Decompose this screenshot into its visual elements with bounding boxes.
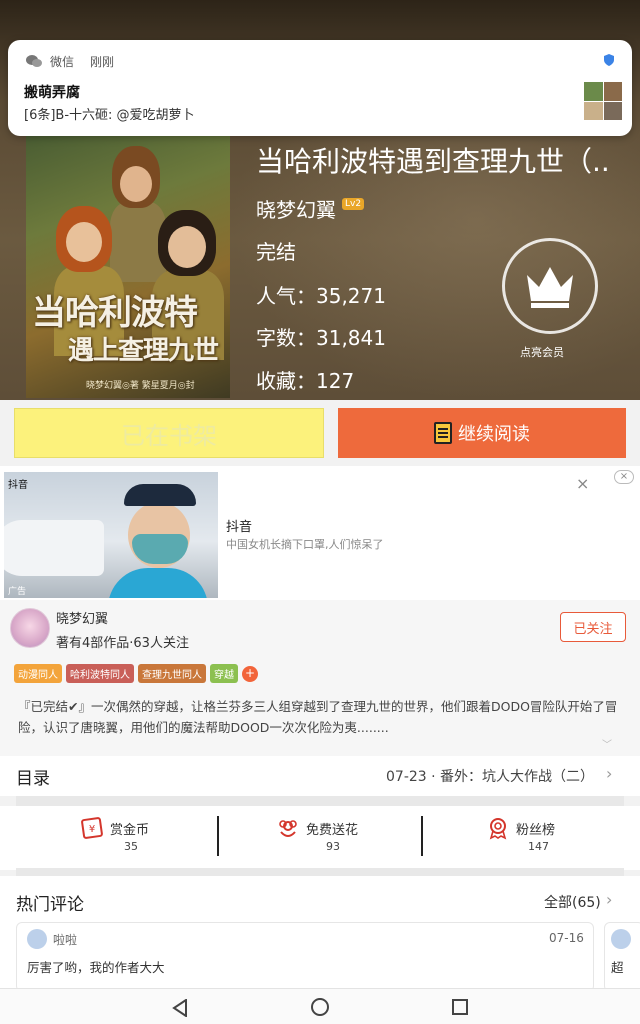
svg-text:¥: ¥ [89, 824, 95, 835]
author-stats: 著有4部作品·63人关注 [56, 636, 189, 651]
comment-card[interactable]: 啦啦 07-16 厉害了哟，我的作者大大 [16, 922, 594, 992]
airplane-shape [4, 520, 104, 576]
cover-title-line1: 当哈利波特 [32, 293, 198, 333]
notification-title: 搬萌弄腐 [24, 85, 80, 101]
medal-icon [489, 818, 507, 840]
coin-icon: ¥ [81, 817, 103, 839]
author-avatar[interactable] [10, 608, 50, 648]
divider [16, 796, 624, 806]
cover-face [120, 166, 152, 202]
toc-latest-chapter: 07-23 · 番外：坑人大作战（二） [386, 769, 595, 785]
fan-ranking-label: 粉丝榜 [516, 822, 556, 838]
follow-button[interactable]: 已关注 [560, 612, 626, 642]
hot-comments-section: 热门评论 全部(65) › 啦啦 07-16 厉害了哟，我的作者大大 超 [0, 876, 640, 992]
ad-banner[interactable]: 抖音 广告 抖音 中国女机长摘下口罩,人们惊呆了 × × [0, 466, 640, 600]
ad-description: 中国女机长摘下口罩,人们惊呆了 [226, 538, 384, 551]
cover-face [168, 226, 206, 268]
wechat-icon [26, 55, 42, 67]
cover-credit: 晓梦幻翼◎著 繁星夏月◎封 [86, 381, 195, 391]
send-flower-button[interactable]: 免费送花 93 [276, 816, 359, 853]
book-popularity: 人气：35,271 [256, 284, 386, 308]
chevron-right-icon: › [606, 764, 613, 783]
book-title: 当哈利波特遇到查理九世（.. [256, 145, 610, 178]
cover-face [66, 222, 102, 262]
home-icon[interactable] [311, 998, 329, 1016]
group-avatar [584, 82, 622, 120]
expand-chevron-icon[interactable]: ﹀ [602, 736, 612, 751]
divider [16, 868, 624, 876]
ad-title: 抖音 [226, 520, 253, 535]
cover-title-line2: 遇上查理九世 [68, 336, 219, 366]
recent-apps-icon[interactable] [452, 999, 468, 1015]
continue-reading-label: 继续阅读 [458, 424, 530, 445]
comment-date: 07-16 [549, 931, 584, 945]
commenter-name: 啦啦 [53, 933, 78, 947]
tag-chip[interactable]: 查理九世同人 [138, 664, 206, 683]
book-favorites: 收藏：127 [256, 369, 355, 393]
group-avatar-tile [584, 82, 603, 101]
vip-label[interactable]: 点亮会员 [520, 344, 564, 360]
author-name[interactable]: 晓梦幻翼 [256, 194, 336, 223]
ad-close-icon[interactable]: × [576, 474, 589, 493]
ad-dismiss-icon[interactable]: × [614, 470, 634, 484]
reward-coin-count: 35 [124, 840, 138, 853]
book-description[interactable]: 『已完结✔』一次偶然的穿越，让格兰芬多三人组穿越到了查理九世的世界，他们跟着DO… [18, 696, 622, 738]
wechat-notification[interactable]: 微信 刚刚 搬萌弄腐 [6条]B-十六砸: @爱吃胡萝卜 [8, 40, 632, 136]
crown-icon [527, 267, 573, 308]
ad-person-body [108, 568, 208, 598]
book-cover[interactable]: 当哈利波特 遇上查理九世 晓梦幻翼◎著 繁星夏月◎封 [26, 136, 230, 398]
notification-time: 刚刚 [90, 55, 115, 69]
fan-ranking-count: 147 [528, 840, 549, 853]
back-icon[interactable] [172, 999, 188, 1017]
ad-tag: 广告 [8, 587, 27, 597]
toc-title: 目录 [16, 769, 50, 789]
reward-coin-label: 赏金币 [110, 822, 150, 838]
comment-text: 厉害了哟，我的作者大大 [27, 960, 165, 975]
divider [217, 816, 219, 856]
ad-image[interactable]: 抖音 广告 [4, 472, 218, 598]
tag-list: 动漫同人 哈利波特同人 查理九世同人 穿越 + [14, 664, 258, 683]
author-section: 晓梦幻翼 著有4部作品·63人关注 已关注 动漫同人 哈利波特同人 查理九世同人 穿越… [0, 600, 640, 756]
continue-reading-button[interactable]: 继续阅读 [338, 408, 626, 458]
table-of-contents-row[interactable]: 目录 07-23 · 番外：坑人大作战（二） › [0, 756, 640, 796]
ad-person-mask [132, 534, 188, 564]
author-section-name[interactable]: 晓梦幻翼 [56, 608, 108, 627]
level-badge: Lv2 [342, 197, 365, 210]
more-tags-icon[interactable]: + [242, 665, 258, 682]
notification-body: [6条]B-十六砸: @爱吃胡萝卜 [24, 108, 195, 123]
douyin-logo: 抖音 [8, 480, 28, 491]
commenter-avatar [27, 929, 47, 949]
group-avatar-tile [584, 101, 603, 120]
commenter-avatar [611, 929, 631, 949]
system-nav-bar [0, 988, 640, 1024]
reward-stats: ¥ 赏金币 35 免费送花 93 粉丝榜 147 [0, 806, 640, 870]
reward-coin-button[interactable]: ¥ 赏金币 35 [80, 816, 150, 853]
group-avatar-tile [603, 82, 622, 101]
comment-card[interactable]: 超 [604, 922, 640, 992]
fan-ranking-button[interactable]: 粉丝榜 147 [486, 816, 556, 853]
group-avatar-tile [603, 101, 622, 120]
hot-comments-title: 热门评论 [16, 895, 84, 915]
on-shelf-button[interactable]: 已在书架 [14, 408, 324, 458]
ad-person-hat [124, 484, 196, 506]
cover-title: 当哈利波特 遇上查理九世 [32, 294, 228, 370]
notification-app-name: 微信 [50, 55, 75, 69]
divider [421, 816, 423, 856]
author-row[interactable]: 晓梦幻翼 Lv2 [256, 194, 365, 223]
send-flower-count: 93 [326, 840, 340, 853]
tag-chip[interactable]: 哈利波特同人 [66, 664, 134, 683]
book-status: 完结 [256, 240, 296, 264]
ad-person [108, 484, 208, 598]
vip-crown-button[interactable] [502, 238, 598, 334]
shield-icon [604, 54, 614, 66]
book-word-count: 字数：31,841 [256, 326, 386, 350]
comment-text: 超 [611, 960, 624, 975]
all-comments-link[interactable]: 全部(65) [544, 892, 601, 912]
send-flower-label: 免费送花 [306, 822, 359, 838]
chevron-right-icon[interactable]: › [606, 890, 612, 909]
tag-chip[interactable]: 动漫同人 [14, 664, 62, 683]
flower-icon [279, 820, 297, 837]
tag-chip[interactable]: 穿越 [210, 664, 238, 683]
book-icon [434, 422, 452, 444]
